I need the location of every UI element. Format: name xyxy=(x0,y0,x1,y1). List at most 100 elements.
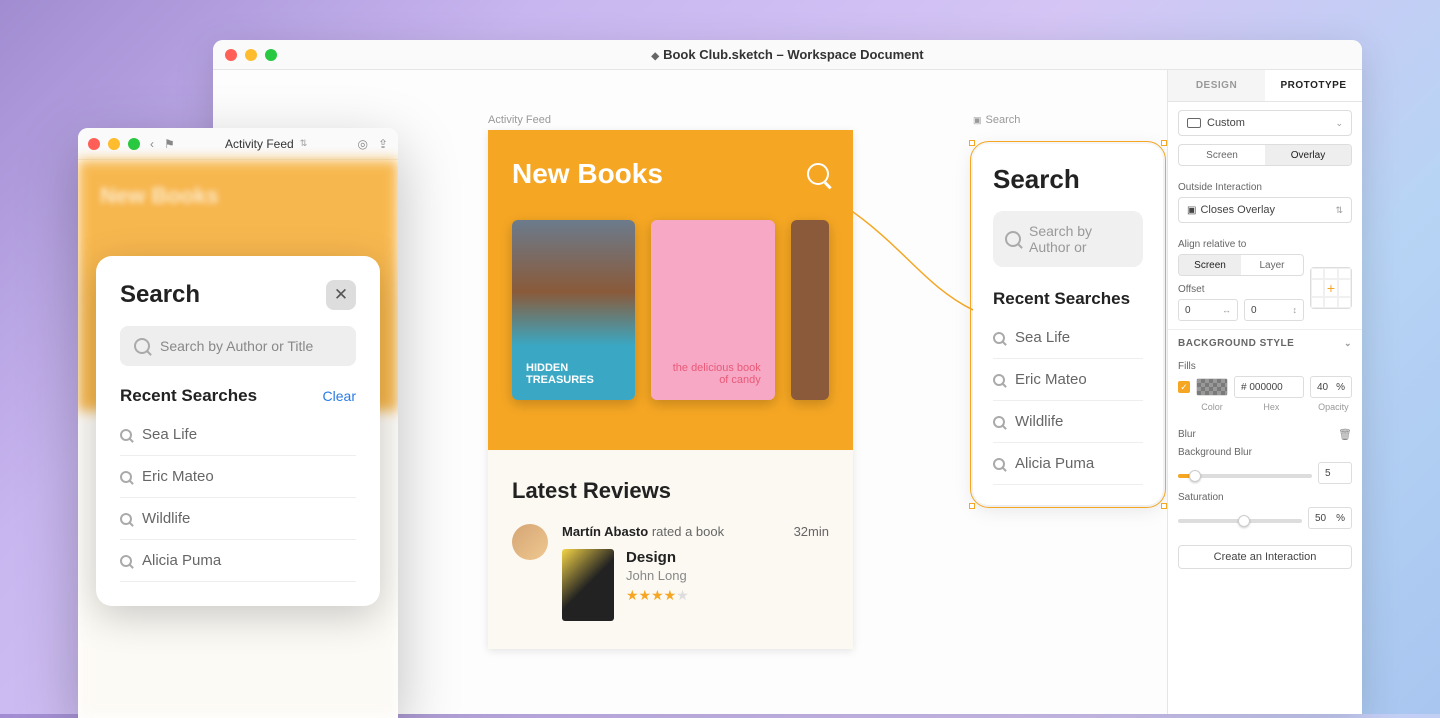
titlebar: ◆Book Club.sketch – Workspace Document xyxy=(213,40,1362,70)
book-cover: HIDDEN TREASURES xyxy=(512,220,635,400)
saturation-value-input[interactable]: 50% xyxy=(1308,507,1352,529)
search-icon xyxy=(120,555,132,567)
monitor-icon xyxy=(1187,118,1201,128)
background-style-header[interactable]: BACKGROUND STYLE⌄ xyxy=(1168,329,1362,353)
minimize-window-button[interactable] xyxy=(245,49,257,61)
selection-handle[interactable] xyxy=(969,503,975,509)
artboard-select[interactable]: Activity Feed⇅ xyxy=(185,137,348,151)
outside-interaction-label: Outside Interaction xyxy=(1178,182,1352,193)
preview-window: ‹ ⚑ Activity Feed⇅ ◎ ⇪ New Books Search … xyxy=(78,128,398,718)
new-books-heading: New Books xyxy=(512,158,663,190)
search-icon xyxy=(1005,231,1021,247)
align-center[interactable]: + xyxy=(1324,279,1337,297)
align-toggle[interactable]: Screen Layer xyxy=(1178,254,1304,276)
search-icon xyxy=(807,163,829,185)
selection-handle[interactable] xyxy=(1161,503,1167,509)
overlay-title: Search xyxy=(120,281,200,309)
artboard-label[interactable]: Activity Feed xyxy=(488,114,551,126)
chevron-down-icon: ⌄ xyxy=(1335,118,1343,129)
close-window-button[interactable] xyxy=(225,49,237,61)
avatar xyxy=(512,524,548,560)
close-button[interactable]: ✕ xyxy=(326,280,356,310)
preview-toolbar: ‹ ⚑ Activity Feed⇅ ◎ ⇪ xyxy=(78,128,398,160)
search-overlay: Search ✕ Search by Author or Title Recen… xyxy=(96,256,380,606)
saturation-label: Saturation xyxy=(1178,492,1352,503)
blur-slider[interactable] xyxy=(1178,474,1312,478)
hotspot-handle[interactable] xyxy=(840,202,848,210)
recent-searches-heading: Recent Searches xyxy=(993,289,1143,309)
document-icon: ◆ xyxy=(651,51,659,62)
clear-link[interactable]: Clear xyxy=(323,388,356,404)
search-icon xyxy=(120,471,132,483)
recent-searches-heading: Recent Searches xyxy=(120,386,257,406)
opacity-input[interactable]: 40% xyxy=(1310,376,1352,398)
close-icon: ✕ xyxy=(334,285,348,305)
prototype-connector xyxy=(843,205,973,315)
screen-overlay-toggle[interactable]: Screen Overlay xyxy=(1178,144,1352,166)
create-interaction-button[interactable]: Create an Interaction xyxy=(1178,545,1352,569)
artboard-label[interactable]: ▣Search xyxy=(973,114,1020,126)
book-cover xyxy=(791,220,829,400)
back-button[interactable]: ‹ xyxy=(150,137,154,151)
flag-icon[interactable]: ⚑ xyxy=(164,137,175,151)
inspector-panel: DESIGN PROTOTYPE Custom⌄ Screen Overlay … xyxy=(1167,70,1362,714)
artboard-activity-feed[interactable]: New Books HIDDEN TREASURES the delicious… xyxy=(488,130,853,649)
artboard-search-overlay[interactable]: Search Search by Author or Recent Search… xyxy=(973,144,1163,505)
recent-item[interactable]: Alicia Puma xyxy=(120,540,356,582)
hex-input[interactable]: # 000000 xyxy=(1234,376,1304,398)
align-label: Align relative to xyxy=(1178,239,1352,250)
fill-checkbox[interactable]: ✓ xyxy=(1178,381,1190,393)
chevron-updown-icon: ⇅ xyxy=(300,138,308,149)
saturation-slider[interactable] xyxy=(1178,519,1302,523)
blur-value-input[interactable]: 5 xyxy=(1318,462,1352,484)
outside-interaction-select[interactable]: ▣Closes Overlay⇅ xyxy=(1178,197,1352,223)
window-title: ◆Book Club.sketch – Workspace Document xyxy=(651,47,923,62)
search-icon xyxy=(120,429,132,441)
overlay-icon: ▣ xyxy=(973,115,982,126)
selection-handle[interactable] xyxy=(969,140,975,146)
search-icon xyxy=(993,374,1005,386)
recent-item: Wildlife xyxy=(993,401,1143,443)
search-icon xyxy=(993,332,1005,344)
blurred-heading: New Books xyxy=(100,183,219,209)
tab-design[interactable]: DESIGN xyxy=(1168,70,1265,101)
recent-item[interactable]: Eric Mateo xyxy=(120,456,356,498)
close-window-button[interactable] xyxy=(88,138,100,150)
maximize-window-button[interactable] xyxy=(128,138,140,150)
bg-blur-label: Background Blur xyxy=(1178,447,1352,458)
fills-label: Fills xyxy=(1178,361,1352,372)
search-input[interactable]: Search by Author or Title xyxy=(120,326,356,366)
search-title: Search xyxy=(993,164,1143,195)
search-icon xyxy=(134,338,150,354)
search-icon xyxy=(993,458,1005,470)
chevron-updown-icon: ⇅ xyxy=(1335,205,1343,216)
recent-item: Eric Mateo xyxy=(993,359,1143,401)
recent-item: Alicia Puma xyxy=(993,443,1143,485)
recent-item[interactable]: Sea Life xyxy=(120,414,356,456)
share-icon[interactable]: ⇪ xyxy=(378,137,388,151)
color-swatch[interactable] xyxy=(1196,378,1228,396)
selection-handle[interactable] xyxy=(1161,140,1167,146)
close-overlay-icon: ▣ xyxy=(1187,205,1196,216)
target-icon[interactable]: ◎ xyxy=(357,137,367,151)
star-rating: ★★★★★ xyxy=(626,587,689,604)
maximize-window-button[interactable] xyxy=(265,49,277,61)
align-grid[interactable]: + xyxy=(1310,267,1352,309)
recent-item: Sea Life xyxy=(993,317,1143,359)
search-input: Search by Author or xyxy=(993,211,1143,267)
offset-y-input[interactable]: 0↕ xyxy=(1244,299,1304,321)
reviews-heading: Latest Reviews xyxy=(512,478,829,504)
recent-item[interactable]: Wildlife xyxy=(120,498,356,540)
review-item: Martín Abasto rated a book32min Design J… xyxy=(512,524,829,621)
offset-x-input[interactable]: 0↔ xyxy=(1178,299,1238,321)
trash-icon[interactable]: 🗑 xyxy=(1338,428,1352,441)
device-select[interactable]: Custom⌄ xyxy=(1178,110,1352,136)
book-cover: the delicious book of candy xyxy=(651,220,774,400)
blur-label: Blur xyxy=(1178,429,1196,440)
search-icon xyxy=(120,513,132,525)
traffic-lights xyxy=(225,49,277,61)
minimize-window-button[interactable] xyxy=(108,138,120,150)
offset-label: Offset xyxy=(1178,284,1304,295)
search-icon xyxy=(993,416,1005,428)
tab-prototype[interactable]: PROTOTYPE xyxy=(1265,70,1362,101)
